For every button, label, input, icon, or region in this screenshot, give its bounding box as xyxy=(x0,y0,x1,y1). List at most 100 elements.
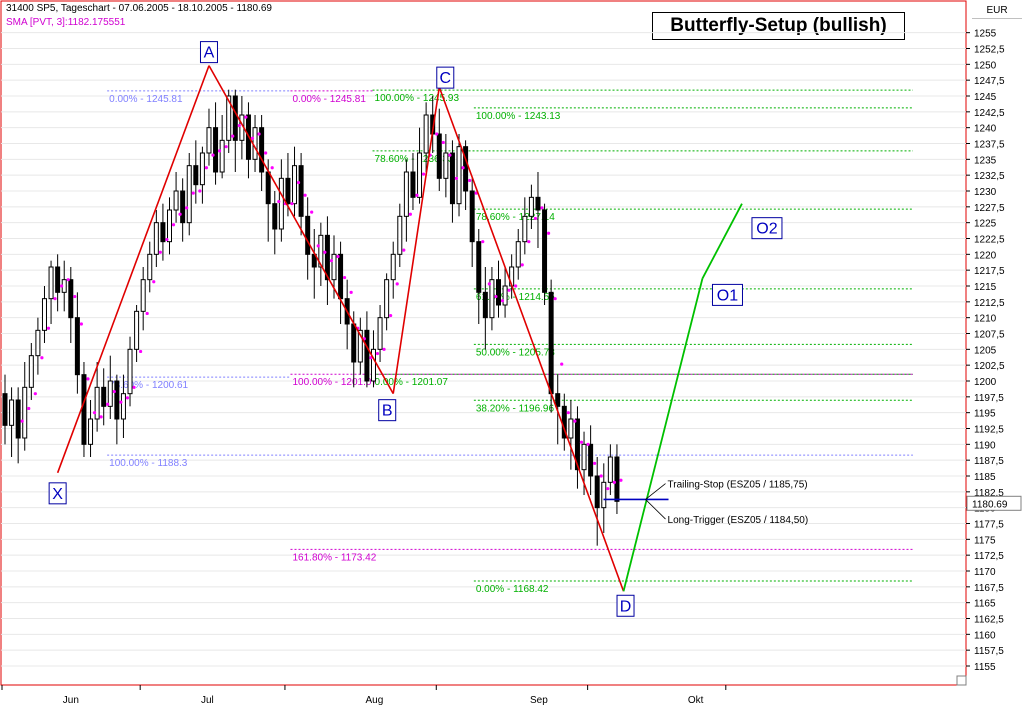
sma-dot xyxy=(204,166,208,170)
sma-dot xyxy=(139,349,143,354)
fib-level-label: 38.20% - 1196.96 xyxy=(476,403,555,414)
point-label: X xyxy=(52,486,63,503)
candle-body xyxy=(410,171,416,198)
sma-dot xyxy=(112,389,116,394)
candle-body xyxy=(456,146,462,205)
candle-body xyxy=(331,253,337,281)
point-label: A xyxy=(204,45,215,62)
fib-level-label: 50.00% - 1205.78 xyxy=(476,347,555,358)
candlestick-chart: 0.00% - 1245.81 0.00% - 1245.81 100.00% - … xyxy=(0,0,1022,706)
sma-dot xyxy=(86,377,90,381)
price-tick-label: 1252,5 xyxy=(974,45,1005,56)
candle-body xyxy=(607,456,613,483)
sma-dot xyxy=(191,191,195,195)
price-tick-label: 1240 xyxy=(974,124,997,135)
candle-body xyxy=(298,165,304,217)
sma-dot xyxy=(500,299,505,303)
sma-dot xyxy=(224,145,228,149)
sma-dot xyxy=(270,166,274,170)
price-tick-label: 1170 xyxy=(974,567,996,578)
sma-dot xyxy=(540,206,544,210)
month-label: Jun xyxy=(63,695,79,706)
month-label: Aug xyxy=(365,695,383,706)
callout-line xyxy=(645,499,666,520)
sma-dot xyxy=(375,351,380,356)
candle-body xyxy=(515,241,521,268)
candle-body xyxy=(285,177,291,205)
sma-dot xyxy=(53,297,57,301)
fib-level-label: 78.60% - 1236.33 xyxy=(375,154,454,165)
sma-dot xyxy=(329,259,334,263)
fib-level-label: 100.00% - 1188.3 xyxy=(109,458,188,469)
candle-body xyxy=(193,165,199,186)
point-label: O2 xyxy=(756,221,777,238)
sma-dot xyxy=(507,288,511,292)
point-label: C xyxy=(439,70,451,87)
candle-body xyxy=(68,279,74,319)
fib-level-label: 0.00% - 1245.81 xyxy=(293,94,367,105)
sma-dot xyxy=(132,385,136,389)
sma-dot xyxy=(593,461,597,465)
candle-body xyxy=(94,386,100,420)
price-tick-label: 1225 xyxy=(974,219,997,230)
sma-dot xyxy=(165,237,169,242)
price-tick-label: 1222,5 xyxy=(974,235,1005,246)
candle-body xyxy=(153,222,159,255)
sma-dot xyxy=(231,134,235,138)
sma-dot xyxy=(178,212,182,216)
candle-body xyxy=(22,386,28,439)
sma-dot xyxy=(461,166,465,170)
sma-dot xyxy=(389,313,393,318)
sma-dot xyxy=(395,282,399,286)
sma-dot xyxy=(152,280,156,284)
candle-body xyxy=(213,127,219,173)
price-tick-label: 1207,5 xyxy=(974,330,1005,341)
sma-dot xyxy=(303,193,307,197)
price-tick-label: 1195 xyxy=(974,409,996,420)
sma-dot xyxy=(217,149,222,153)
sma-dot xyxy=(468,178,472,183)
sma-dot xyxy=(599,474,603,478)
sma-dot xyxy=(336,254,340,259)
fib-level-label: 0.00% - 1168.42 xyxy=(476,584,549,595)
sma-dot xyxy=(415,193,419,197)
sma-dot xyxy=(20,419,24,423)
candle-body xyxy=(180,190,186,224)
sma-dot xyxy=(257,132,261,136)
sma-dot xyxy=(382,347,386,351)
sma-dot xyxy=(586,442,590,446)
sma-dot xyxy=(606,487,610,491)
sma-dot xyxy=(46,326,51,330)
candle-body xyxy=(28,355,34,388)
sma-dot xyxy=(553,297,557,301)
price-tick-label: 1187,5 xyxy=(974,456,1004,467)
price-tick-label: 1217,5 xyxy=(974,266,1005,277)
candle-body xyxy=(199,152,205,186)
candle-body xyxy=(160,222,166,243)
price-tick-label: 1227,5 xyxy=(974,203,1005,214)
sma-dot xyxy=(92,411,97,415)
candle-body xyxy=(594,475,600,509)
price-tick-label: 1162,5 xyxy=(974,615,1004,626)
candle-body xyxy=(403,171,409,217)
trade-line-label: Long-Trigger (ESZ05 / 1184,50) xyxy=(668,515,809,526)
price-tick-label: 1202,5 xyxy=(974,361,1005,372)
candle-body xyxy=(206,127,212,154)
price-tick-label: 1165 xyxy=(974,599,996,610)
sma-dot xyxy=(566,411,570,415)
candle-body xyxy=(101,386,107,407)
candle-body xyxy=(588,443,594,477)
price-tick-label: 1232,5 xyxy=(974,171,1005,182)
price-tick-label: 1167,5 xyxy=(974,583,1004,594)
candle-body xyxy=(278,177,284,230)
candle-body xyxy=(167,209,172,243)
candle-body xyxy=(581,443,587,471)
candle-body xyxy=(2,393,8,426)
price-tick-label: 1235 xyxy=(974,155,997,166)
sma-dot xyxy=(435,132,439,136)
sma-dot xyxy=(349,290,353,294)
resize-handle[interactable] xyxy=(956,675,967,686)
sma-dot xyxy=(66,278,70,282)
price-tick-label: 1185 xyxy=(974,472,996,483)
price-axis: 1155 1157,5 1160 1162,5 1165 1167,5 1170 1172,5… xyxy=(966,29,1022,673)
